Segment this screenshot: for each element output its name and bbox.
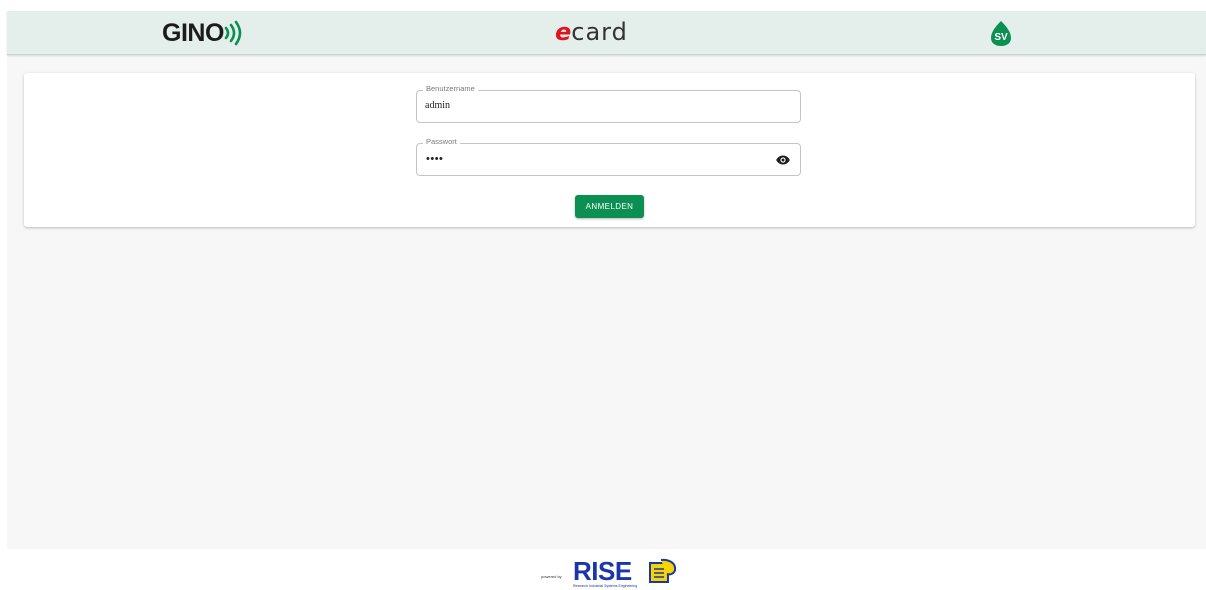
password-input[interactable]: •••• — [426, 153, 443, 165]
gino-logo: GINO — [162, 18, 246, 48]
rise-logo-icon — [649, 558, 677, 583]
header-bar: GINO e card SV — [7, 11, 1206, 55]
leaf-icon: SV — [991, 21, 1011, 46]
login-button[interactable]: ANMELDEN — [575, 195, 644, 218]
sv-logo-text: SV — [994, 32, 1008, 43]
powered-by-text: powered by — [541, 574, 562, 579]
app-frame: GINO e card SV Benutzername admin Passwor… — [7, 11, 1206, 549]
ecard-logo-text: card — [571, 18, 628, 46]
signal-waves-icon — [224, 20, 242, 46]
username-input[interactable]: admin — [425, 100, 450, 111]
footer-branding: powered by RISE Research Industrial Syst… — [541, 556, 681, 590]
login-card: Benutzername admin Passwort •••• ANMELDE… — [24, 73, 1195, 227]
rise-tagline: Research Industrial Systems Engineering — [573, 584, 638, 588]
password-label: Passwort — [423, 137, 460, 146]
eye-icon — [776, 155, 790, 165]
username-label: Benutzername — [423, 84, 478, 93]
show-password-button[interactable] — [776, 154, 790, 166]
ecard-logo-e: e — [555, 18, 572, 46]
sv-logo: SV — [990, 20, 1012, 52]
username-field[interactable]: Benutzername admin — [416, 84, 801, 123]
password-field[interactable]: Passwort •••• — [416, 137, 801, 176]
rise-logo-text: RISE — [573, 556, 632, 586]
ecard-logo: e card — [555, 18, 628, 48]
gino-logo-text: GINO — [162, 18, 224, 47]
